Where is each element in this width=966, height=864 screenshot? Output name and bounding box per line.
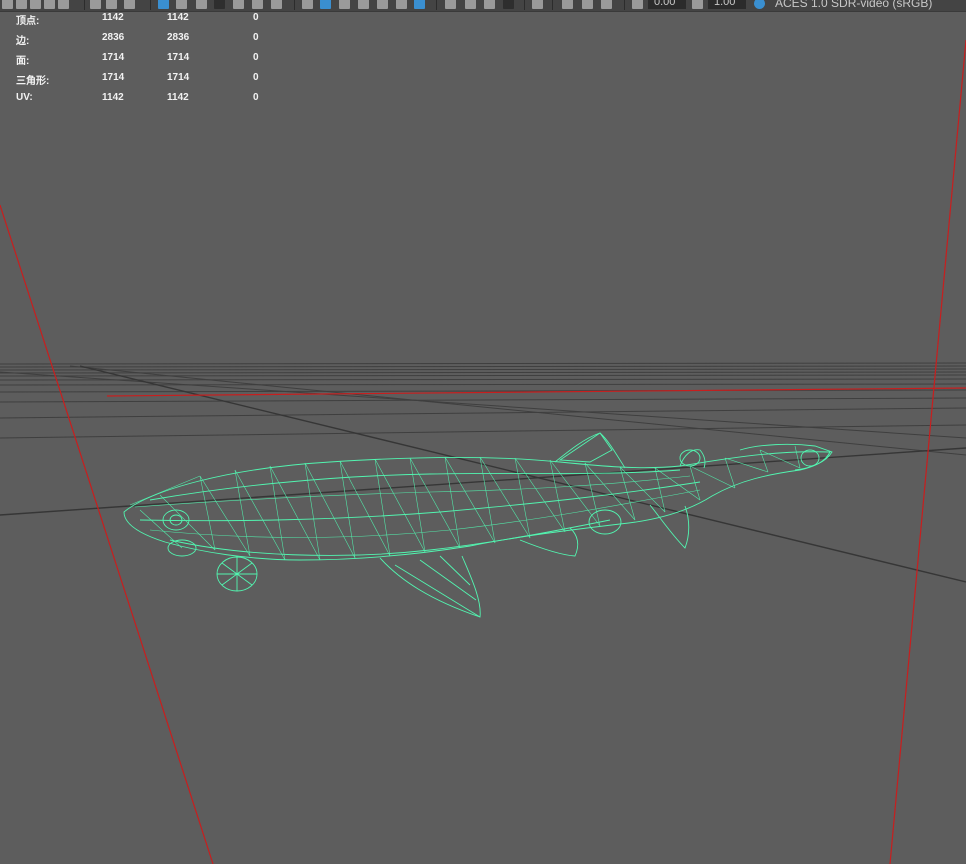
- viewport-toolbar: 0.00 1.00 ACES 1.0 SDR-video (sRGB): [0, 0, 966, 12]
- gamma-icon[interactable]: [692, 0, 703, 9]
- hud-value: 1142: [102, 92, 124, 103]
- exposure-field[interactable]: 0.00: [648, 0, 686, 9]
- toolbar-separator: [294, 0, 295, 10]
- toolbar-separator: [150, 0, 151, 10]
- hud-value: 1142: [102, 12, 124, 23]
- hud-label: UV:: [16, 92, 33, 103]
- bookmark-icon[interactable]: [30, 0, 41, 9]
- hud-value: 0: [253, 32, 259, 43]
- hud-value: 0: [253, 52, 259, 63]
- safe-title-icon[interactable]: [271, 0, 282, 9]
- paint-icon[interactable]: [124, 0, 135, 9]
- anal-fin: [649, 504, 690, 549]
- hud-value: 1714: [102, 52, 125, 63]
- film-gate-icon[interactable]: [176, 0, 187, 9]
- hud-label: 边:: [16, 36, 30, 47]
- camera-icon[interactable]: [2, 0, 13, 9]
- shadows-icon[interactable]: [414, 0, 425, 9]
- xray-icon[interactable]: [562, 0, 573, 9]
- toolbar-separator: [552, 0, 553, 10]
- tail-fin: [739, 443, 833, 471]
- hud-label: 顶点:: [16, 16, 40, 27]
- hud-value: 1714: [167, 52, 190, 63]
- backface-culling-icon[interactable]: [601, 0, 612, 9]
- hud-label: 三角形:: [16, 76, 50, 87]
- xray-joints-icon[interactable]: [582, 0, 593, 9]
- resolution-gate-icon[interactable]: [196, 0, 207, 9]
- safe-action-icon[interactable]: [252, 0, 263, 9]
- hud-value: 1142: [167, 92, 189, 103]
- checker-icon[interactable]: [377, 0, 388, 9]
- use-all-lights-icon[interactable]: [396, 0, 407, 9]
- anti-aliasing-icon[interactable]: [484, 0, 495, 9]
- default-material-icon[interactable]: [339, 0, 350, 9]
- depth-of-field-icon[interactable]: [503, 0, 514, 9]
- camera-bookmark-icon[interactable]: [58, 0, 69, 9]
- screen-space-ao-icon[interactable]: [445, 0, 456, 9]
- hud-value: 1142: [167, 12, 189, 23]
- hud-value: 2836: [102, 32, 125, 43]
- hud-value: 0: [253, 72, 259, 83]
- color-space-label[interactable]: ACES 1.0 SDR-video (sRGB): [775, 0, 932, 9]
- gamma-field[interactable]: 1.00: [708, 0, 746, 9]
- smooth-shade-icon[interactable]: [320, 0, 331, 9]
- grid-icon[interactable]: [158, 0, 169, 9]
- field-chart-icon[interactable]: [233, 0, 244, 9]
- textured-icon[interactable]: [358, 0, 369, 9]
- hud-value: 1714: [167, 72, 190, 83]
- wireframe-icon[interactable]: [302, 0, 313, 9]
- camera-attributes-icon[interactable]: [16, 0, 27, 9]
- toolbar-separator: [624, 0, 625, 10]
- isolate-select-icon[interactable]: [532, 0, 543, 9]
- motion-blur-icon[interactable]: [465, 0, 476, 9]
- shark-wireframe-mesh[interactable]: [123, 432, 833, 618]
- scene-canvas[interactable]: [0, 0, 966, 864]
- hud-value: 0: [253, 92, 259, 103]
- ground-grid: [0, 362, 966, 456]
- 3d-viewport[interactable]: 0.00 1.00 ACES 1.0 SDR-video (sRGB) 顶点: …: [0, 0, 966, 864]
- toolbar-separator: [524, 0, 525, 10]
- lasso-icon[interactable]: [106, 0, 117, 9]
- toolbar-separator: [436, 0, 437, 10]
- image-plane-icon[interactable]: [44, 0, 55, 9]
- exposure-icon[interactable]: [632, 0, 643, 9]
- hud-value: 1714: [102, 72, 125, 83]
- toolbar-separator: [84, 0, 85, 10]
- hud-value: 0: [253, 12, 259, 23]
- hud-value: 2836: [167, 32, 190, 43]
- pen-icon[interactable]: [90, 0, 101, 9]
- hud-label: 面:: [16, 56, 30, 67]
- color-management-icon[interactable]: [754, 0, 765, 9]
- gate-mask-icon[interactable]: [214, 0, 225, 9]
